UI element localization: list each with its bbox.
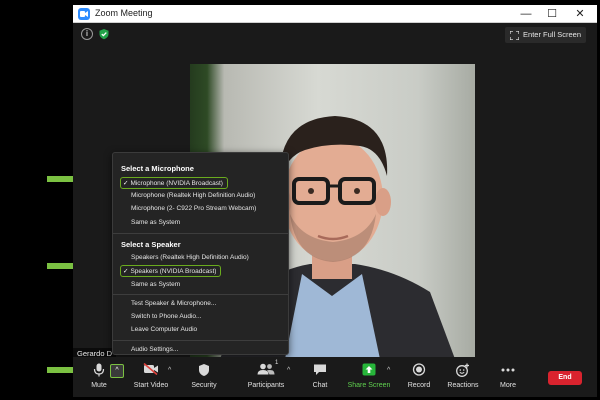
more-button[interactable]: More [493, 357, 523, 397]
menu-divider [113, 233, 288, 234]
chat-bubble-icon [314, 364, 326, 375]
start-video-button[interactable]: Start Video [129, 357, 173, 397]
participants-label: Participants [247, 382, 285, 389]
share-screen-button[interactable]: Share Screen [347, 357, 391, 397]
chat-label: Chat [312, 382, 328, 389]
participants-options-caret[interactable]: ^ [287, 367, 290, 374]
leave-computer-audio-item[interactable]: Leave Computer Audio [131, 326, 197, 333]
test-speaker-microphone-item[interactable]: Test Speaker & Microphone... [131, 300, 216, 307]
participants-button[interactable]: 1 Participants [239, 357, 293, 397]
reactions-button[interactable]: Reactions [443, 357, 483, 397]
microphone-option-c922-webcam[interactable]: Microphone (2- C922 Pro Stream Webcam) [131, 205, 256, 212]
share-screen-options-caret[interactable]: ^ [387, 367, 390, 374]
shield-check-icon[interactable] [98, 28, 110, 40]
more-label: More [500, 382, 516, 389]
video-camera-off-icon [143, 363, 158, 375]
record-button[interactable]: Record [401, 357, 437, 397]
reactions-label: Reactions [447, 382, 479, 389]
menu-divider [113, 340, 288, 341]
minimize-button[interactable]: — [513, 5, 539, 23]
audio-settings-item[interactable]: Audio Settings... [131, 346, 178, 353]
zoom-meeting-window: Zoom Meeting — ☐ ✕ i Enter Full Screen G… [73, 5, 597, 397]
switch-to-phone-audio-item[interactable]: Switch to Phone Audio... [131, 313, 201, 320]
title-bar: Zoom Meeting — ☐ ✕ [73, 5, 597, 23]
video-options-caret[interactable]: ^ [168, 367, 171, 374]
enter-full-screen-button[interactable]: Enter Full Screen [505, 27, 586, 43]
speaker-section-heading: Select a Speaker [121, 240, 181, 249]
more-dots-icon [501, 368, 515, 372]
share-screen-icon [362, 363, 376, 376]
speaker-option-nvidia-broadcast[interactable]: ✓ Speakers (NVIDIA Broadcast) [120, 265, 222, 277]
microphone-option-nvidia-broadcast[interactable]: ✓ Microphone (NVIDIA Broadcast) [120, 177, 228, 189]
audio-options-caret[interactable]: ^ [110, 364, 124, 378]
mute-label: Mute [91, 382, 107, 389]
fullscreen-icon [510, 30, 520, 40]
meeting-toolbar: Mute ^ Start Video ^ Security 1 Particip… [73, 357, 597, 397]
start-video-label: Start Video [133, 382, 169, 389]
security-button[interactable]: Security [185, 357, 223, 397]
microphone-option-realtek[interactable]: Microphone (Realtek High Definition Audi… [131, 192, 255, 199]
maximize-button[interactable]: ☐ [539, 5, 565, 23]
fullscreen-label: Enter Full Screen [523, 30, 581, 39]
microphone-option-same-as-system[interactable]: Same as System [131, 219, 180, 226]
window-title: Zoom Meeting [95, 8, 153, 18]
record-label: Record [407, 382, 431, 389]
share-screen-label: Share Screen [347, 382, 391, 389]
record-icon [412, 363, 426, 376]
end-meeting-button[interactable]: End [548, 371, 582, 385]
checkmark-icon: ✓ [123, 268, 129, 275]
speaker-option-realtek[interactable]: Speakers (Realtek High Definition Audio) [131, 254, 249, 261]
security-label: Security [191, 382, 217, 389]
close-window-button[interactable]: ✕ [567, 5, 593, 23]
audio-options-menu: Select a Microphone ✓ Microphone (NVIDIA … [112, 152, 289, 355]
microphone-icon [93, 363, 105, 377]
menu-divider [113, 294, 288, 295]
microphone-section-heading: Select a Microphone [121, 164, 194, 173]
emoji-plus-icon [456, 363, 469, 377]
info-icon[interactable]: i [81, 28, 93, 40]
menu-item-label: Microphone (NVIDIA Broadcast) [130, 180, 223, 187]
chat-button[interactable]: Chat [305, 357, 335, 397]
zoom-app-icon [78, 8, 90, 20]
participants-count: 1 [275, 360, 279, 366]
participants-icon [257, 363, 275, 375]
checkmark-icon: ✓ [123, 180, 129, 187]
speaker-option-same-as-system[interactable]: Same as System [131, 281, 180, 288]
shield-icon [199, 364, 209, 376]
menu-item-label: Speakers (NVIDIA Broadcast) [130, 268, 217, 275]
